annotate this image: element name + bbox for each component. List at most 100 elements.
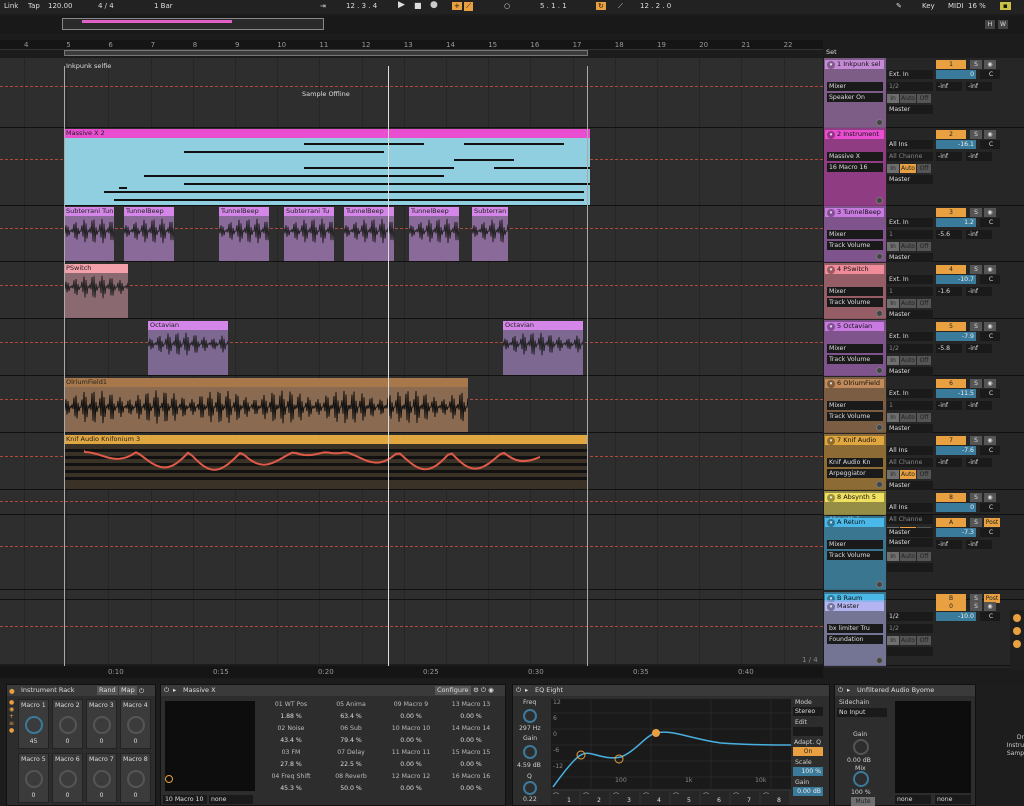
volume-field[interactable]: -11.5 (936, 389, 976, 398)
pencil-icon[interactable]: ✎ (896, 2, 902, 10)
eq-band-8-selector[interactable]: ⌒ 8 (761, 791, 789, 805)
clip-title[interactable]: Subterrani Tu (284, 207, 334, 216)
volume-field[interactable]: 0 (936, 503, 976, 512)
input-channel-select[interactable]: 1 (887, 230, 933, 239)
play-icon[interactable]: ▶ (398, 0, 405, 10)
monitor-in-button[interactable]: In (887, 356, 899, 365)
rack-activator-icon[interactable]: ● (9, 686, 15, 697)
eq-band-shape-icon[interactable]: ⌒ (763, 791, 769, 800)
input-select[interactable]: Ext. In (887, 275, 933, 284)
arm-button[interactable]: ◉ (984, 436, 996, 445)
device-chain-select-2[interactable]: Arpeggiator (827, 469, 883, 478)
param-value[interactable]: 1.88 % (261, 713, 321, 720)
key-map-button[interactable]: Key (922, 2, 935, 10)
param-value[interactable]: 27.8 % (261, 761, 321, 768)
add-automation-icon[interactable] (876, 367, 883, 374)
loop-start-field[interactable]: 5 . 1 . 1 (540, 2, 567, 10)
track-activator-button[interactable]: A (936, 518, 966, 527)
solo-button[interactable]: S (970, 436, 982, 445)
track-name[interactable]: ▾ Master (825, 602, 884, 611)
input-select[interactable]: All Ins (887, 140, 933, 149)
pan-field[interactable]: C (980, 446, 1000, 455)
device-chain-select-2[interactable]: Track Volume (827, 412, 883, 421)
track-fold-icon[interactable]: ▾ (827, 519, 835, 527)
eq-band-7-selector[interactable]: ⌒ 7 (731, 791, 759, 805)
eq-band-shape-icon[interactable]: ⌒ (583, 791, 589, 800)
monitor-off-button[interactable]: Off (917, 299, 931, 308)
device-chain-select-1[interactable]: Mixer (827, 540, 883, 549)
monitor-off-button[interactable]: Off (917, 356, 931, 365)
macro-knob-8[interactable]: Macro 8 0 (120, 753, 151, 803)
sidechain-input-select[interactable]: No Input (837, 708, 887, 717)
eq-fold-icon[interactable]: ▸ (525, 685, 528, 696)
arm-button[interactable]: ◉ (984, 493, 996, 502)
macro-dial[interactable] (25, 770, 43, 788)
track-name[interactable]: ▾ 6 OlriumField (825, 379, 884, 388)
loop-toggle-icon[interactable]: ↻ (596, 2, 606, 10)
clip-tunnelbeep[interactable]: TunnelBeep (124, 207, 174, 261)
macro-knob-4[interactable]: Macro 4 0 (120, 699, 151, 749)
track-activator-button[interactable]: 8 (936, 493, 966, 502)
eq-band-5-dot[interactable] (652, 729, 660, 737)
eq-band-2-selector[interactable]: ⌒ 2 (581, 791, 609, 805)
eq-freq-knob[interactable] (523, 709, 537, 723)
volume-field[interactable]: 1.2 (936, 218, 976, 227)
macro-dial[interactable] (59, 770, 77, 788)
track-fold-icon[interactable]: ▾ (827, 61, 835, 69)
solo-button[interactable]: S (970, 602, 982, 611)
param-value[interactable]: 0.00 % (441, 785, 501, 792)
eq-band-shape-icon[interactable]: ⌒ (703, 791, 709, 800)
massive-power-icon[interactable]: ⏻ (164, 685, 169, 696)
track-lane[interactable]: OlriumField1 (0, 377, 823, 433)
track-lane[interactable]: Inkpunk selfie Sample Offline (0, 58, 823, 128)
output-select[interactable] (887, 647, 933, 656)
pan-field[interactable]: C (980, 275, 1000, 284)
param-value[interactable]: 22.5 % (321, 761, 381, 768)
track-lane[interactable] (0, 600, 823, 664)
param-value[interactable]: 43.4 % (261, 737, 321, 744)
link-button[interactable]: Link (4, 2, 18, 10)
device-chain-select-1[interactable]: Mixer (827, 82, 883, 91)
input-select[interactable]: Ext. In (887, 332, 933, 341)
record-icon-side[interactable] (1013, 627, 1021, 635)
clip-olriumfield1[interactable]: OlriumField1 (64, 378, 468, 432)
clock-icon-side[interactable] (1013, 640, 1021, 648)
input-channel-select[interactable]: 1/2 (887, 344, 933, 353)
eq-q-knob[interactable] (523, 781, 537, 795)
macro-select[interactable]: 10 Macro 10 (163, 795, 207, 804)
clip-knif-audio-knifonium[interactable]: Knif Audio Knifonium 3 (64, 435, 588, 489)
monitor-off-button[interactable]: Off (917, 242, 931, 251)
track-lane[interactable]: PSwitch (0, 263, 823, 319)
add-automation-icon[interactable] (876, 657, 883, 664)
playhead-line[interactable] (388, 66, 389, 666)
overdub-icon-side[interactable] (1013, 614, 1021, 622)
param-value[interactable]: 0.00 % (381, 761, 441, 768)
macro-target-select[interactable]: none (209, 795, 253, 804)
send-b-field[interactable]: -inf (966, 540, 992, 549)
track-lane[interactable] (0, 491, 823, 515)
clip-title[interactable]: Subterrani Tun (64, 207, 114, 216)
output-select[interactable]: Master (887, 175, 933, 184)
byome-gain-value[interactable]: 0.00 dB (847, 757, 871, 764)
solo-button[interactable]: S (970, 60, 982, 69)
monitor-auto-button[interactable]: Auto (900, 94, 916, 103)
beat-time-ruler[interactable]: 4 5 6 7 8 9 10 11 12 13 14 15 16 17 18 19 20 21 22 (0, 40, 823, 50)
monitor-off-button[interactable]: Off (917, 413, 931, 422)
massive-fold-icon[interactable]: ▸ (173, 685, 176, 696)
monitor-auto-button[interactable]: Auto (900, 242, 916, 251)
stop-icon[interactable]: ■ (414, 1, 422, 10)
param-value[interactable]: 0.00 % (381, 713, 441, 720)
input-channel-select[interactable]: 1 (887, 287, 933, 296)
input-select[interactable]: Ext. In (887, 218, 933, 227)
track-fold-icon[interactable]: ▾ (827, 494, 835, 502)
output-select[interactable]: Master (887, 105, 933, 114)
device-chain-select-2[interactable]: Track Volume (827, 355, 883, 364)
byome-mute-button[interactable]: Mute (851, 797, 875, 806)
byome-mix-value[interactable]: 100 % (851, 789, 871, 796)
solo-button[interactable]: S (970, 322, 982, 331)
output-select[interactable] (887, 563, 933, 572)
track-fold-icon[interactable]: ▾ (827, 323, 835, 331)
position-field[interactable]: 12 . 3 . 4 (346, 2, 377, 10)
clip-title[interactable]: Subterran (472, 207, 508, 216)
eq-gain2-value[interactable]: 0.00 dB (793, 787, 823, 796)
